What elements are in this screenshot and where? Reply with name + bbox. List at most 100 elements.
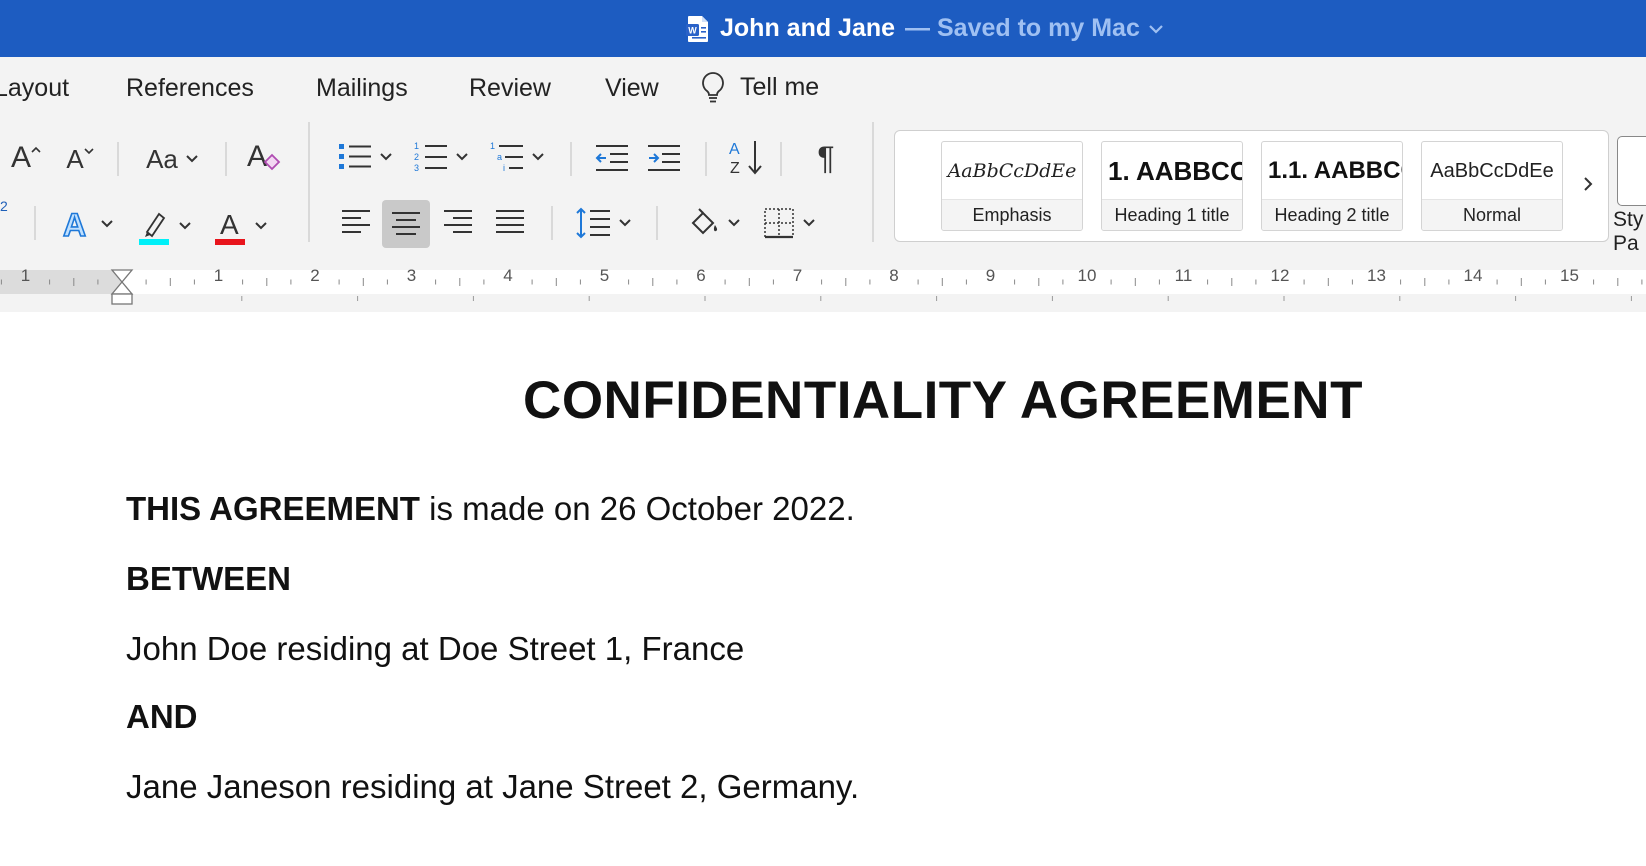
style-heading-2[interactable]: 1.1. AABBCC Heading 2 title: [1261, 141, 1403, 231]
chevron-down-icon: [186, 155, 198, 163]
styles-pane-button[interactable]: Sty Pa: [1613, 208, 1643, 256]
highlight-color-button[interactable]: [134, 204, 196, 248]
align-right-icon: [444, 210, 472, 233]
justify-button[interactable]: [488, 200, 532, 244]
separator: [117, 142, 119, 176]
separator: [705, 142, 707, 176]
numbering-button[interactable]: 1 2 3: [410, 136, 474, 178]
clear-formatting-button[interactable]: A: [244, 136, 284, 178]
svg-text:1: 1: [490, 141, 495, 151]
align-right-button[interactable]: [436, 200, 480, 244]
increase-indent-button[interactable]: [644, 138, 684, 178]
svg-text:A: A: [729, 141, 740, 158]
chevron-down-icon: [101, 220, 113, 228]
tell-me-search[interactable]: Tell me: [700, 71, 819, 103]
borders-button[interactable]: [758, 202, 822, 244]
multilevel-list-button[interactable]: 1 a i: [486, 136, 550, 178]
ruler-label: 1: [21, 266, 30, 285]
caret-down-icon: [84, 148, 94, 155]
svg-text:2: 2: [414, 152, 419, 162]
separator: [225, 142, 227, 176]
ruler-label: 6: [696, 266, 705, 285]
chevron-down-icon: [380, 153, 392, 161]
justify-icon: [496, 210, 524, 233]
ruler-label: 11: [1175, 266, 1193, 285]
group-separator: [308, 122, 310, 242]
save-status: — Saved to my Mac: [905, 14, 1140, 42]
bullets-button[interactable]: [334, 136, 398, 178]
paragraph-and: AND: [126, 698, 198, 735]
separator: [551, 206, 553, 240]
align-left-button[interactable]: [334, 200, 378, 244]
clear-formatting-icon: A: [247, 140, 281, 173]
ruler-label: 9: [986, 266, 995, 285]
style-preview: AaBbCcDdEe: [1430, 159, 1554, 182]
svg-text:i: i: [503, 163, 505, 173]
show-formatting-button[interactable]: ¶: [806, 138, 846, 178]
decrease-indent-button[interactable]: [592, 138, 632, 178]
tab-review[interactable]: Review: [469, 57, 551, 112]
highlighter-icon: [139, 212, 169, 245]
align-center-button[interactable]: [382, 200, 430, 248]
paragraph-intro: THIS AGREEMENT is made on 26 October 202…: [126, 490, 855, 527]
paragraph-between: BETWEEN: [126, 560, 291, 597]
tab-references[interactable]: References: [126, 57, 254, 112]
svg-text:1: 1: [414, 141, 419, 151]
style-heading-1[interactable]: 1. AABBCC Heading 1 title: [1101, 141, 1243, 231]
paragraph-party-two: Jane Janeson residing at Jane Street 2, …: [126, 768, 860, 805]
ruler-label: 15: [1560, 266, 1579, 285]
font-color-icon: A: [215, 209, 245, 245]
subscript-fragment[interactable]: 2: [0, 198, 8, 214]
horizontal-ruler[interactable]: 1 1 2 3 4 5 6 7 8 9 10 11 12 13 14 15: [0, 260, 1646, 312]
caret-up-icon: [31, 146, 41, 153]
separator: [570, 142, 572, 176]
svg-text:A: A: [63, 207, 86, 241]
decrease-font-size-button[interactable]: A: [62, 140, 98, 178]
word-doc-icon: W: [686, 15, 708, 42]
chevron-down-icon: [179, 222, 191, 230]
ruler-label: 12: [1271, 266, 1290, 285]
chevron-down-icon[interactable]: [1148, 23, 1164, 35]
svg-text:A: A: [247, 140, 267, 173]
ruler-label: 8: [889, 266, 898, 285]
paint-bucket-icon: [691, 208, 718, 235]
chevron-down-icon: [728, 219, 740, 227]
ruler-label: 3: [407, 266, 416, 285]
style-label: Normal: [1422, 199, 1562, 230]
ruler-label: 13: [1367, 266, 1386, 285]
svg-text:A: A: [220, 209, 239, 240]
sort-button[interactable]: A Z: [726, 136, 766, 178]
ruler-scale: 1 1 2 3 4 5 6 7 8 9 10 11 12 13 14 15: [0, 266, 1646, 305]
shading-button[interactable]: [684, 202, 746, 244]
style-preview: 1.1. AABBCC: [1268, 157, 1402, 184]
paragraph-party-one: John Doe residing at Doe Street 1, Franc…: [126, 630, 745, 667]
chevron-down-icon: [255, 222, 267, 230]
multilevel-list-icon: 1 a i: [490, 141, 523, 173]
styles-pane-icon[interactable]: [1617, 136, 1646, 206]
tell-me-label: Tell me: [740, 72, 820, 101]
style-preview: AaBbCcDdEe: [947, 160, 1077, 182]
ruler-label: 14: [1464, 266, 1483, 285]
style-emphasis[interactable]: AaBbCcDdEe Emphasis: [941, 141, 1083, 231]
document-title: CONFIDENTIALITY AGREEMENT: [523, 371, 1363, 430]
window-title[interactable]: W John and Jane — Saved to my Mac: [686, 0, 1164, 57]
style-normal[interactable]: AaBbCcDdEe Normal: [1421, 141, 1563, 231]
tab-view[interactable]: View: [605, 57, 659, 112]
tab-layout[interactable]: Layout: [0, 57, 69, 112]
ribbon-tabs: Layout References Mailings Review View T…: [0, 57, 1646, 112]
document-name: John and Jane: [720, 14, 896, 42]
chevron-down-icon: [532, 153, 544, 161]
ruler-label: 2: [310, 266, 319, 285]
increase-indent-icon: [648, 145, 680, 171]
text-effects-button[interactable]: A: [56, 204, 118, 244]
tab-mailings[interactable]: Mailings: [316, 57, 408, 112]
line-spacing-button[interactable]: [572, 202, 636, 244]
decrease-indent-icon: [595, 145, 628, 171]
change-case-button[interactable]: Aa: [140, 140, 206, 178]
font-color-button[interactable]: A: [210, 204, 272, 248]
increase-font-size-button[interactable]: A: [6, 138, 46, 178]
ruler-label: 4: [503, 266, 512, 285]
svg-text:Z: Z: [730, 160, 740, 176]
title-bar: W John and Jane — Saved to my Mac: [0, 0, 1646, 57]
chevron-right-icon[interactable]: [1580, 174, 1596, 194]
